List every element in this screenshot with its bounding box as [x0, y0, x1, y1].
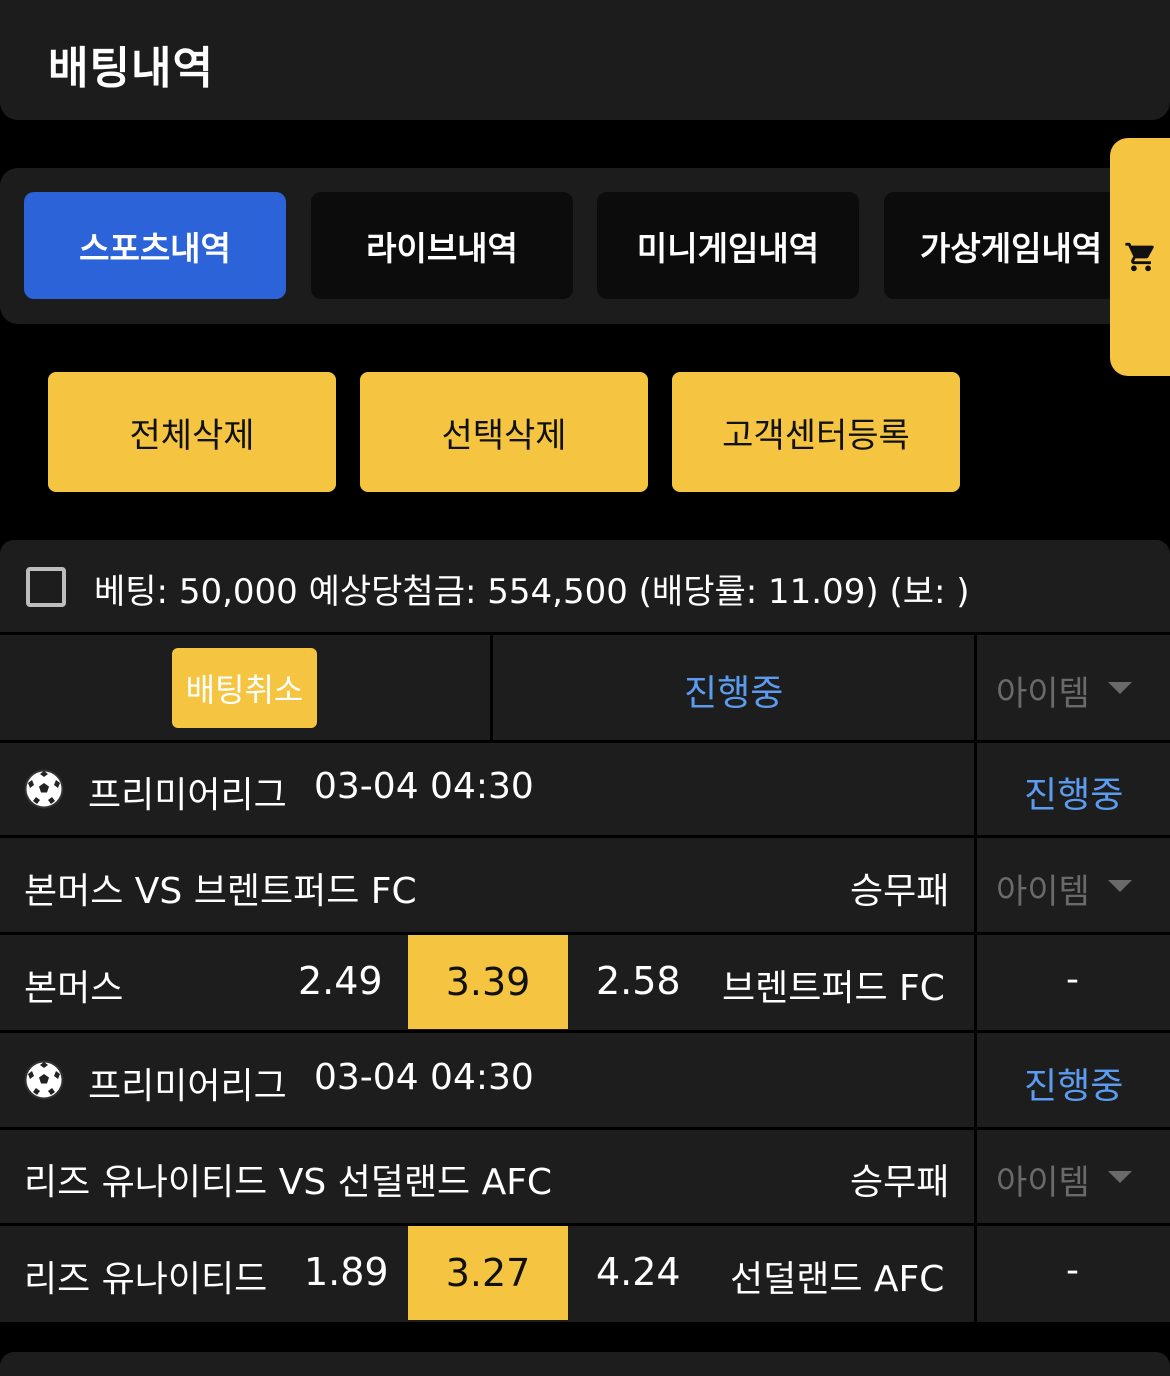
select-checkbox[interactable] — [26, 567, 66, 607]
cart-button[interactable] — [1110, 138, 1170, 376]
next-bet-card — [0, 1352, 1170, 1376]
item-select-label[interactable]: 아이템 — [996, 666, 1090, 715]
away-odds: 4.24 — [596, 1250, 681, 1294]
bet-card: 베팅: 50,000 예상당첨금: 554,500 (배당률: 11.09) (… — [0, 540, 1170, 1322]
chevron-down-icon[interactable] — [1108, 880, 1132, 892]
delete-selected-button[interactable]: 선택삭제 — [360, 372, 648, 492]
match-title: 본머스 VS 브렌트퍼드 FC — [24, 871, 417, 912]
bet-status: 진행중 — [684, 673, 784, 714]
soccer-ball-icon — [24, 769, 64, 809]
divider — [0, 1127, 1170, 1130]
page-header: 배팅내역 — [0, 0, 1170, 120]
divider — [974, 632, 977, 1322]
delete-all-button[interactable]: 전체삭제 — [48, 372, 336, 492]
game-result: - — [1066, 959, 1079, 1000]
away-team: 브렌트퍼드 FC — [722, 968, 945, 1009]
home-team: 리즈 유나이티드 — [24, 1259, 268, 1300]
divider — [0, 1223, 1170, 1226]
draw-odds-selected: 3.39 — [408, 935, 568, 1029]
league-name: 프리미어리그 — [88, 1066, 287, 1107]
bet-type: 승무패 — [850, 871, 950, 912]
divider — [0, 835, 1170, 838]
tab-sports[interactable]: 스포츠내역 — [24, 192, 286, 299]
tab-live[interactable]: 라이브내역 — [311, 192, 573, 299]
item-select-label[interactable]: 아이템 — [996, 1155, 1090, 1204]
game-status: 진행중 — [1024, 1066, 1124, 1107]
bet-summary-row: 베팅: 50,000 예상당첨금: 554,500 (배당률: 11.09) (… — [0, 540, 1170, 634]
tab-minigame[interactable]: 미니게임내역 — [597, 192, 859, 299]
divider — [0, 1030, 1170, 1033]
soccer-ball-icon — [24, 1060, 64, 1100]
home-odds: 2.49 — [298, 959, 383, 1003]
home-team: 본머스 — [24, 968, 124, 1009]
match-title: 리즈 유나이티드 VS 선덜랜드 AFC — [24, 1162, 553, 1203]
chevron-down-icon[interactable] — [1108, 682, 1132, 694]
away-odds: 2.58 — [596, 959, 681, 1003]
draw-odds-selected: 3.27 — [408, 1226, 568, 1320]
chevron-down-icon[interactable] — [1108, 1171, 1132, 1183]
cart-icon — [1125, 242, 1154, 272]
divider — [0, 632, 1170, 635]
bet-type: 승무패 — [850, 1162, 950, 1203]
divider — [490, 632, 493, 740]
tab-virtual[interactable]: 가상게임내역 — [884, 192, 1124, 299]
customer-center-button[interactable]: 고객센터등록 — [672, 372, 960, 492]
away-team: 선덜랜드 AFC — [730, 1259, 945, 1300]
match-time: 03-04 04:30 — [314, 766, 534, 807]
game-status: 진행중 — [1024, 775, 1124, 816]
game-result: - — [1066, 1250, 1079, 1291]
home-odds: 1.89 — [304, 1250, 389, 1294]
bet-summary: 베팅: 50,000 예상당첨금: 554,500 (배당률: 11.09) (… — [94, 572, 970, 612]
history-tabs: 스포츠내역 라이브내역 미니게임내역 가상게임내역 — [0, 168, 1170, 324]
page-title: 배팅내역 — [48, 43, 214, 94]
match-time: 03-04 04:30 — [314, 1057, 534, 1098]
draw-odds: 3.27 — [445, 1251, 531, 1295]
cancel-bet-button[interactable]: 배팅취소 — [172, 648, 317, 728]
draw-odds: 3.39 — [445, 960, 531, 1004]
divider — [0, 932, 1170, 935]
item-select-label[interactable]: 아이템 — [996, 864, 1090, 913]
divider — [0, 740, 1170, 743]
league-name: 프리미어리그 — [88, 775, 287, 816]
